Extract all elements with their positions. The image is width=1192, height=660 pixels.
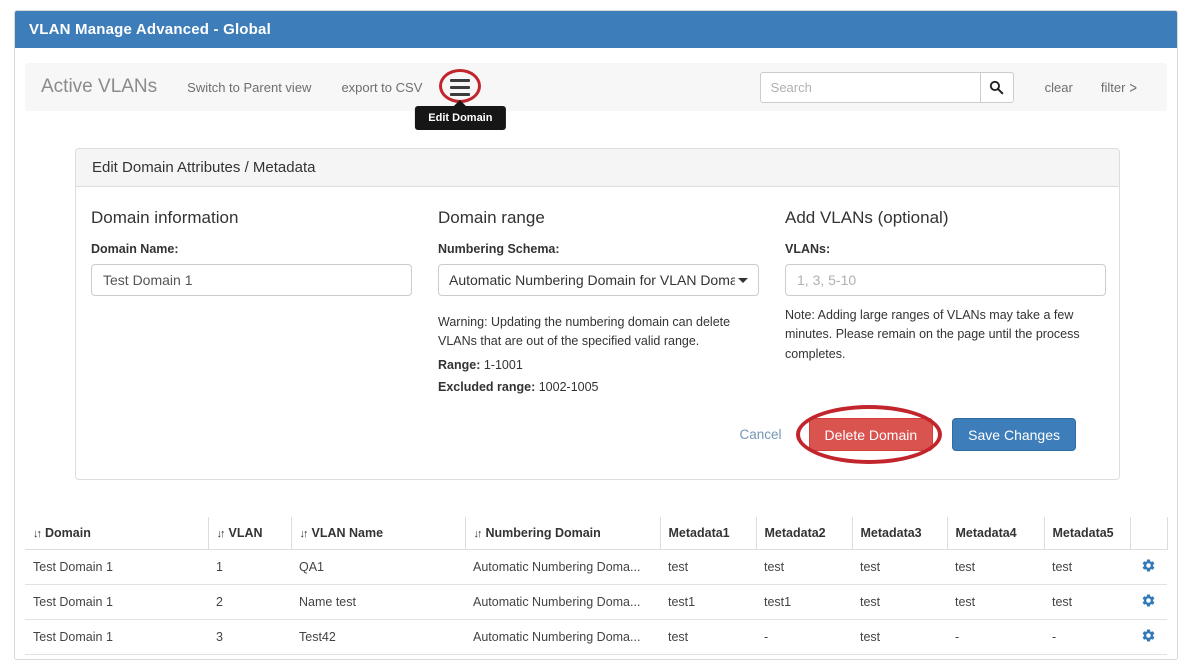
cell-metadata5: test xyxy=(1044,585,1130,620)
cell-metadata3: test xyxy=(852,550,947,585)
numbering-warning-text: Warning: Updating the numbering domain c… xyxy=(438,313,759,352)
row-settings-button[interactable] xyxy=(1141,558,1156,573)
vlans-field[interactable] xyxy=(785,264,1106,296)
gear-icon xyxy=(1141,631,1156,646)
col-header-actions xyxy=(1130,517,1167,550)
cell-metadata4: test xyxy=(947,550,1044,585)
gear-icon xyxy=(1141,561,1156,576)
app-window: VLAN Manage Advanced - Global Active VLA… xyxy=(14,10,1178,660)
col-header-numbering-domain[interactable]: ↓↑Numbering Domain xyxy=(465,517,660,550)
table-header-row: ↓↑Domain ↓↑VLAN ↓↑VLAN Name ↓↑Numbering … xyxy=(25,517,1167,550)
cell-vlan: 2 xyxy=(208,585,291,620)
domain-information-heading: Domain information xyxy=(91,208,412,228)
cell-metadata1: test xyxy=(660,620,756,655)
save-changes-button[interactable]: Save Changes xyxy=(952,418,1076,451)
cell-domain: Test Domain 1 xyxy=(25,585,208,620)
col-header-vlan[interactable]: ↓↑VLAN xyxy=(208,517,291,550)
row-settings-button[interactable] xyxy=(1141,628,1156,643)
cell-numbering-domain: Automatic Numbering Doma... xyxy=(465,585,660,620)
numbering-schema-select[interactable]: Automatic Numbering Domain for VLAN Doma xyxy=(438,264,759,296)
add-vlans-section: Add VLANs (optional) VLANs: Note: Adding… xyxy=(785,208,1106,396)
cell-metadata2: - xyxy=(756,620,852,655)
cell-metadata4: test xyxy=(947,585,1044,620)
col-header-metadata2: Metadata2 xyxy=(756,517,852,550)
search-input[interactable] xyxy=(760,72,981,103)
col-header-metadata4: Metadata4 xyxy=(947,517,1044,550)
cell-metadata5: test xyxy=(1044,550,1130,585)
edit-domain-tooltip: Edit Domain xyxy=(415,106,505,130)
cell-vlan: 1 xyxy=(208,550,291,585)
table-row: Test Domain 1 3 Test42 Automatic Numberi… xyxy=(25,620,1167,655)
domain-range-section: Domain range Numbering Schema: Automatic… xyxy=(438,208,759,396)
sort-icon[interactable]: ↓↑ xyxy=(300,528,307,540)
add-vlans-note: Note: Adding large ranges of VLANs may t… xyxy=(785,306,1106,364)
cell-metadata3: test xyxy=(852,620,947,655)
toolbar: Active VLANs Switch to Parent view expor… xyxy=(25,63,1167,111)
cell-metadata1: test xyxy=(660,550,756,585)
clear-link[interactable]: clear xyxy=(1045,80,1073,95)
cell-vlan: 3 xyxy=(208,620,291,655)
cell-domain: Test Domain 1 xyxy=(25,550,208,585)
col-header-metadata1: Metadata1 xyxy=(660,517,756,550)
domain-name-label: Domain Name: xyxy=(91,242,412,256)
edit-domain-panel: Edit Domain Attributes / Metadata Domain… xyxy=(75,148,1120,480)
vlans-label: VLANs: xyxy=(785,242,1106,256)
active-vlans-heading: Active VLANs xyxy=(41,76,157,98)
table-row: Test Domain 1 2 Name test Automatic Numb… xyxy=(25,585,1167,620)
delete-domain-button[interactable]: Delete Domain xyxy=(809,418,934,451)
title-bar: VLAN Manage Advanced - Global xyxy=(15,11,1177,48)
panel-header: Edit Domain Attributes / Metadata xyxy=(76,149,1119,187)
vlan-table: ↓↑Domain ↓↑VLAN ↓↑VLAN Name ↓↑Numbering … xyxy=(25,517,1167,655)
cell-metadata3: test xyxy=(852,585,947,620)
range-value: Range: 1-1001 xyxy=(438,356,759,374)
sort-icon[interactable]: ↓↑ xyxy=(474,528,481,540)
col-header-domain[interactable]: ↓↑Domain xyxy=(25,517,208,550)
switch-parent-view-link[interactable]: Switch to Parent view xyxy=(187,80,311,95)
caret-down-icon xyxy=(738,278,748,283)
cell-metadata2: test1 xyxy=(756,585,852,620)
cell-metadata5: - xyxy=(1044,620,1130,655)
cell-domain: Test Domain 1 xyxy=(25,620,208,655)
cancel-link[interactable]: Cancel xyxy=(740,427,782,442)
domain-information-section: Domain information Domain Name: xyxy=(91,208,412,396)
cell-vlan-name: QA1 xyxy=(291,550,465,585)
panel-actions: Cancel Delete Domain Save Changes xyxy=(91,418,1106,451)
hamburger-icon xyxy=(450,79,470,96)
cell-metadata2: test xyxy=(756,550,852,585)
gear-icon xyxy=(1141,596,1156,611)
cell-metadata4: - xyxy=(947,620,1044,655)
export-csv-link[interactable]: export to CSV xyxy=(341,80,422,95)
sort-icon[interactable]: ↓↑ xyxy=(217,528,224,540)
table-row: Test Domain 1 1 QA1 Automatic Numbering … xyxy=(25,550,1167,585)
col-header-metadata5: Metadata5 xyxy=(1044,517,1130,550)
chevron-right-icon: > xyxy=(1129,78,1137,96)
domain-range-heading: Domain range xyxy=(438,208,759,228)
excluded-range-value: Excluded range: 1002-1005 xyxy=(438,378,759,396)
edit-domain-menu-button[interactable]: Edit Domain xyxy=(450,78,470,96)
domain-name-field[interactable] xyxy=(91,264,412,296)
filter-link[interactable]: filter> xyxy=(1101,80,1137,95)
col-header-vlan-name[interactable]: ↓↑VLAN Name xyxy=(291,517,465,550)
sort-icon[interactable]: ↓↑ xyxy=(33,528,40,540)
cell-numbering-domain: Automatic Numbering Doma... xyxy=(465,620,660,655)
cell-vlan-name: Test42 xyxy=(291,620,465,655)
cell-numbering-domain: Automatic Numbering Doma... xyxy=(465,550,660,585)
cell-vlan-name: Name test xyxy=(291,585,465,620)
search-button[interactable] xyxy=(981,72,1014,103)
search-icon xyxy=(989,80,1004,95)
col-header-metadata3: Metadata3 xyxy=(852,517,947,550)
row-settings-button[interactable] xyxy=(1141,593,1156,608)
add-vlans-heading: Add VLANs (optional) xyxy=(785,208,1106,228)
cell-metadata1: test1 xyxy=(660,585,756,620)
numbering-schema-label: Numbering Schema: xyxy=(438,242,759,256)
page-title: VLAN Manage Advanced - Global xyxy=(29,21,271,38)
search-group xyxy=(760,72,1014,103)
